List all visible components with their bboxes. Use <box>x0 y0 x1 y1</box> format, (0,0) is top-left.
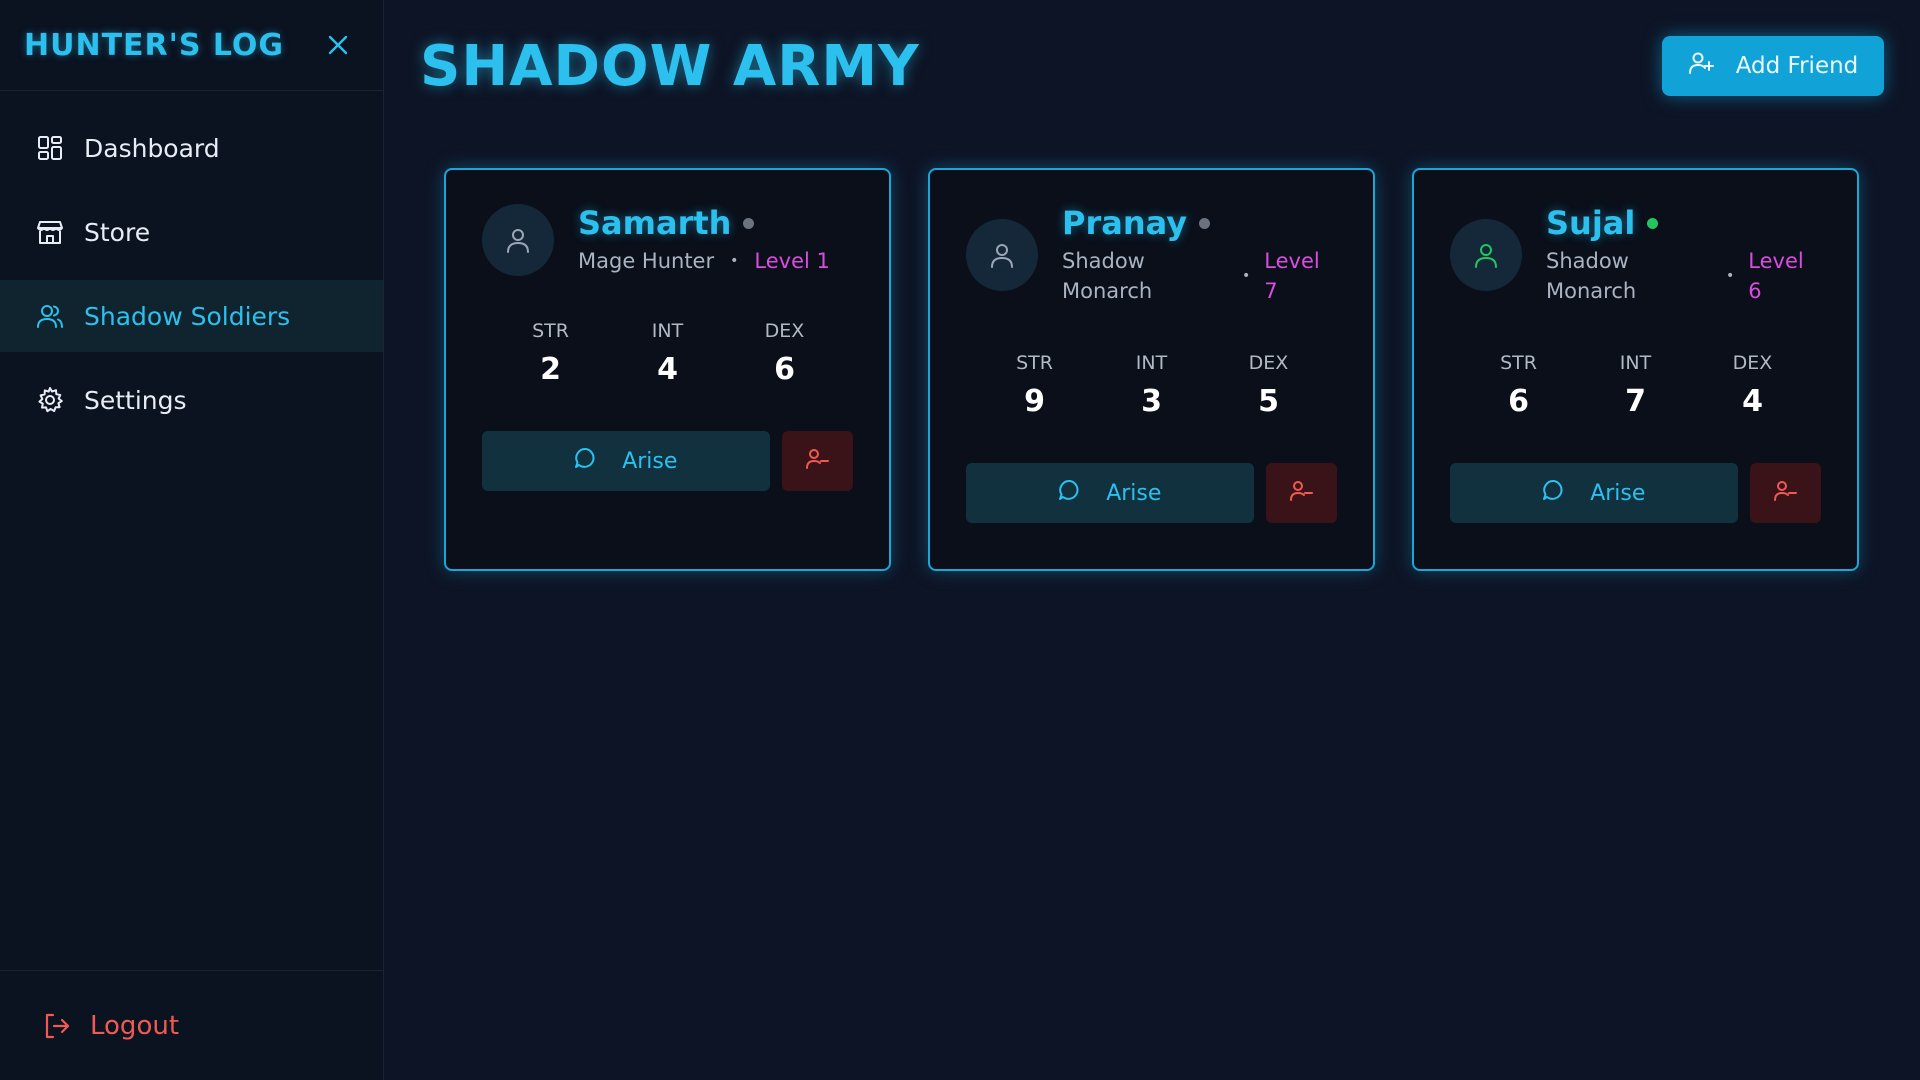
user-avatar-icon <box>1450 219 1522 291</box>
stat-value: 3 <box>1141 384 1162 419</box>
stat-label: STR <box>532 320 569 342</box>
brand-title: HUNTER'S LOG <box>24 27 285 63</box>
close-icon[interactable] <box>323 30 353 60</box>
sidebar-item-label: Store <box>84 217 151 247</box>
remove-friend-button[interactable] <box>1749 463 1821 523</box>
stat-value: 6 <box>1508 384 1529 419</box>
sidebar-item-label: Settings <box>84 385 187 415</box>
store-icon <box>36 218 64 246</box>
stat-label: INT <box>651 320 684 342</box>
grid-icon <box>36 134 64 162</box>
message-icon <box>1542 478 1566 508</box>
friend-class: Mage Hunter <box>578 249 715 273</box>
stat-value: 7 <box>1625 384 1646 419</box>
separator-dot: • <box>1242 268 1251 284</box>
friend-class: Shadow Monarch <box>1546 249 1637 303</box>
friend-level: Level 6 <box>1748 249 1804 303</box>
sidebar-nav: Dashboard Store Shadow Soldiers Settings <box>0 112 383 436</box>
friend-name: Samarth <box>578 204 732 242</box>
stat-label: DEX <box>764 320 805 342</box>
gear-icon <box>36 386 64 414</box>
stat-label: INT <box>1619 352 1652 374</box>
friend-card: Sujal Shadow Monarch • Level 6 STR 6 INT 7… <box>1412 168 1859 571</box>
sidebar-item-dashboard[interactable]: Dashboard <box>0 112 383 184</box>
logout-label: Logout <box>90 1010 180 1041</box>
user-minus-icon <box>1773 479 1798 507</box>
separator-dot: • <box>1726 268 1735 284</box>
sidebar-item-shadow-soldiers[interactable]: Shadow Soldiers <box>0 280 383 352</box>
message-icon <box>574 446 598 476</box>
add-friend-label: Add Friend <box>1735 53 1859 79</box>
friend-name: Sujal <box>1546 204 1636 242</box>
friend-class: Shadow Monarch <box>1062 249 1153 303</box>
arise-label: Arise <box>622 448 678 474</box>
user-plus-icon <box>1688 50 1714 82</box>
stat-value: 4 <box>657 352 678 387</box>
remove-friend-button[interactable] <box>781 431 853 491</box>
stat-label: STR <box>1500 352 1537 374</box>
friend-level: Level 7 <box>1264 249 1320 303</box>
stat-value: 9 <box>1024 384 1045 419</box>
stats-row: STR 2 INT 4 DEX 6 <box>482 320 853 387</box>
stat-label: INT <box>1135 352 1168 374</box>
users-icon <box>36 302 64 330</box>
friend-name: Pranay <box>1062 204 1188 242</box>
arise-button[interactable]: Arise <box>966 463 1254 523</box>
user-avatar-icon <box>966 219 1038 291</box>
sidebar-item-label: Shadow Soldiers <box>84 301 291 331</box>
sidebar: HUNTER'S LOG Dashboard Store Shadow Sold… <box>0 0 384 1080</box>
friend-level: Level 1 <box>754 249 830 273</box>
online-status-dot <box>1647 217 1659 229</box>
stat-value: 5 <box>1258 384 1279 419</box>
stat-label: STR <box>1016 352 1053 374</box>
stats-row: STR 6 INT 7 DEX 4 <box>1450 352 1821 419</box>
stat-value: 6 <box>774 352 795 387</box>
sidebar-item-store[interactable]: Store <box>0 196 383 268</box>
message-icon <box>1058 478 1082 508</box>
stats-row: STR 9 INT 3 DEX 5 <box>966 352 1337 419</box>
user-minus-icon <box>1289 479 1314 507</box>
friend-card: Samarth Mage Hunter • Level 1 STR 2 INT 4 … <box>444 168 891 571</box>
sidebar-item-settings[interactable]: Settings <box>0 364 383 436</box>
sidebar-header: HUNTER'S LOG <box>0 0 383 91</box>
remove-friend-button[interactable] <box>1265 463 1337 523</box>
user-minus-icon <box>805 447 830 475</box>
stat-label: DEX <box>1248 352 1289 374</box>
stat-value: 2 <box>540 352 561 387</box>
logout-button[interactable]: Logout <box>0 970 383 1080</box>
add-friend-button[interactable]: Add Friend <box>1662 36 1884 96</box>
offline-status-dot <box>1199 217 1211 229</box>
offline-status-dot <box>743 217 755 229</box>
user-avatar-icon <box>482 204 554 276</box>
arise-button[interactable]: Arise <box>1450 463 1738 523</box>
arise-label: Arise <box>1106 480 1162 506</box>
separator-dot: • <box>730 253 739 269</box>
stat-label: DEX <box>1732 352 1773 374</box>
sidebar-item-label: Dashboard <box>84 133 220 163</box>
stat-value: 4 <box>1742 384 1763 419</box>
page-title: SHADOW ARMY <box>420 34 920 99</box>
arise-label: Arise <box>1590 480 1646 506</box>
friend-card: Pranay Shadow Monarch • Level 7 STR 9 INT… <box>928 168 1375 571</box>
logout-icon <box>42 1011 72 1041</box>
arise-button[interactable]: Arise <box>482 431 770 491</box>
